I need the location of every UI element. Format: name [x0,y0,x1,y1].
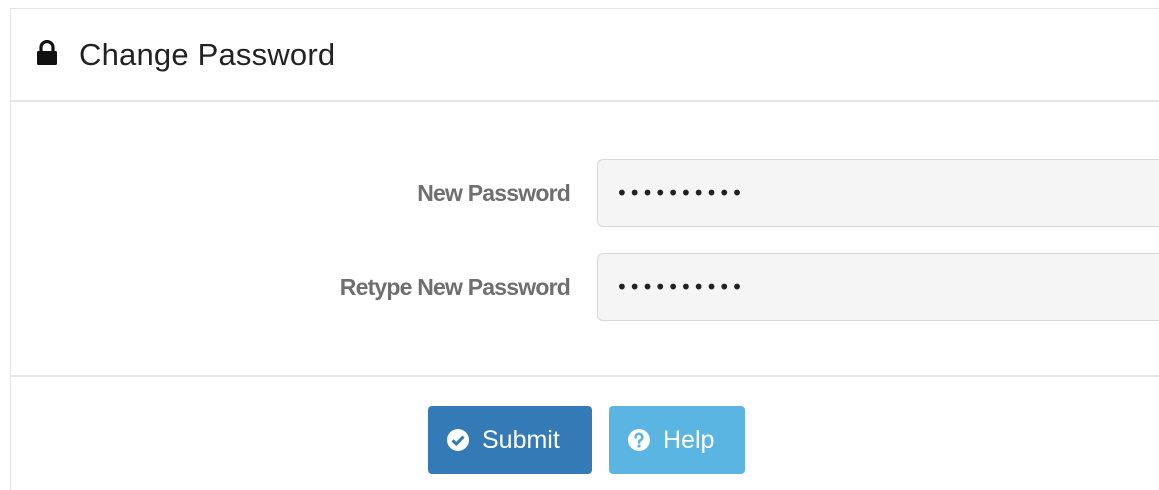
new-password-field[interactable] [597,159,1159,227]
panel-header: Change Password [11,9,1159,102]
submit-label: Submit [482,425,560,454]
change-password-panel: Change Password New Password Retype New … [10,8,1159,490]
retype-password-field[interactable] [597,253,1159,321]
help-label: Help [663,425,715,454]
submit-button[interactable]: Submit [428,406,592,474]
retype-password-row: Retype New Password [11,253,1159,321]
help-button[interactable]: Help [609,406,745,474]
page-title: Change Password [79,36,336,72]
question-circle-icon [627,428,651,452]
form-actions: Submit Help [11,377,1159,489]
retype-password-label: Retype New Password [339,273,571,300]
new-password-label: New Password [417,179,571,206]
password-form: New Password Retype New Password [11,102,1159,377]
check-circle-icon [446,428,470,452]
new-password-row: New Password [11,159,1159,227]
lock-icon [36,39,58,66]
